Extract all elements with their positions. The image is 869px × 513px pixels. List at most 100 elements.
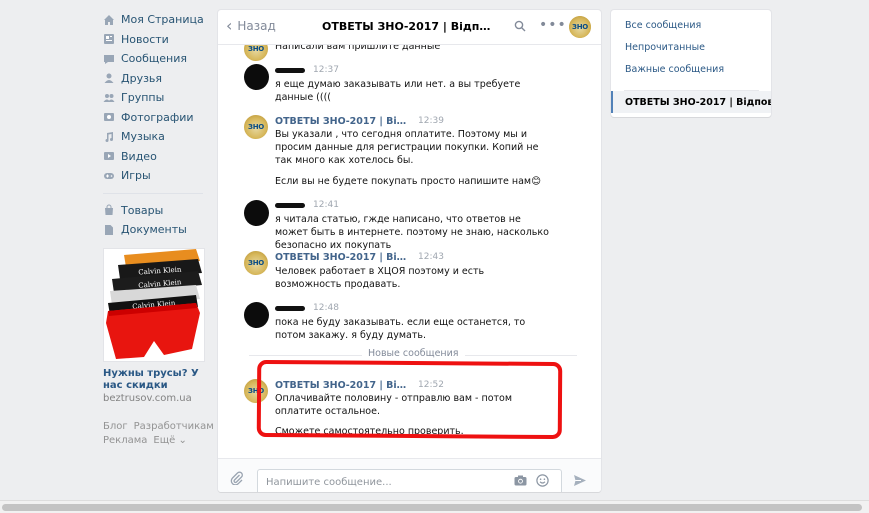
messages-icon [103,53,115,65]
ad-image[interactable]: Calvin Klein Calvin Klein Calvin Klein [103,248,205,362]
paperclip-icon[interactable] [230,471,244,488]
scrollbar-thumb[interactable] [2,504,862,511]
message-header: ОТВЕТЫ ЗНО-2017 | Відповіді н... 12:43 [275,251,444,263]
music-icon [103,131,115,143]
message-text: Написали вам пришлите данные [275,45,441,52]
filter-unread[interactable]: Непрочитанные [611,36,771,58]
message-text: пока не буду заказывать. если еще остане… [275,317,526,341]
filter-important[interactable]: Важные сообщения [611,58,771,80]
zno-logo: ЗНО [569,16,591,38]
nav-news[interactable]: Новости [101,30,211,50]
search-icon[interactable] [514,20,526,35]
message-text: Если вы не будете покупать просто напиши… [275,176,541,187]
sender-avatar[interactable]: ЗНО [244,115,268,139]
message-time: 12:41 [313,200,339,210]
groups-icon [103,92,115,104]
filter-all[interactable]: Все сообщения [611,14,771,36]
redacted-author[interactable] [275,67,305,73]
nav-photos[interactable]: Фотографии [101,108,211,128]
dialog-title[interactable]: ОТВЕТЫ ЗНО-2017 | Відповіді на ЗН... [322,20,497,33]
nav-divider [103,192,203,194]
nav-messages[interactable]: Сообщения [101,49,211,69]
footer-link-ads[interactable]: Реклама [103,435,147,446]
message-time: 12:37 [313,65,339,75]
message-time: 12:52 [418,380,444,390]
more-icon[interactable]: ••• [539,17,567,33]
message-header: 12:37 [275,64,339,76]
redacted-author[interactable] [275,305,305,311]
message-filters: Все сообщения Непрочитанные Важные сообщ… [611,10,771,117]
nav-label: Товары [121,203,164,217]
message-text: Оплачивайте половину - отправлю вам - по… [275,393,513,417]
message-text: Сможете самостоятельно проверить. [275,426,464,437]
camera-icon[interactable] [514,475,527,489]
nav-friends[interactable]: Друзья [101,69,211,89]
goods-icon [103,204,115,216]
message-composer [218,458,601,492]
nav-documents[interactable]: Документы [101,220,211,240]
message-author[interactable]: ОТВЕТЫ ЗНО-2017 | Відповіді н... [275,116,412,127]
nav-music[interactable]: Музыка [101,127,211,147]
back-button[interactable]: ‹ Назад [226,18,276,34]
sender-avatar[interactable] [244,64,269,90]
horizontal-scrollbar[interactable] [0,500,869,513]
emoji-icon[interactable] [536,474,549,490]
nav-label: Группы [121,91,165,105]
message-author[interactable]: ОТВЕТЫ ЗНО-2017 | Відповіді н... [275,380,412,391]
sender-avatar[interactable]: ЗНО [244,379,268,403]
message-text: Вы указали , что сегодня оплатите. Поэто… [275,129,539,166]
sender-avatar[interactable] [244,200,269,226]
chat-avatar[interactable]: ЗНО [569,16,591,38]
nav-label: Друзья [121,71,163,85]
nav-goods[interactable]: Товары [101,201,211,221]
left-nav: Моя Страница Новости Сообщения Друзья Гр… [101,10,211,240]
games-icon [103,170,115,182]
sender-avatar[interactable] [244,302,269,328]
message-author[interactable]: ОТВЕТЫ ЗНО-2017 | Відповіді н... [275,252,412,263]
ad-title[interactable]: Нужны трусы? У нас скидки [103,368,205,392]
message-history: ЗНО Написали вам пришлите данные 12:37 я… [218,45,601,458]
nav-video[interactable]: Видео [101,147,211,167]
footer-link-developers[interactable]: Разработчикам [134,421,214,432]
nav-label: Документы [121,223,187,237]
news-icon [103,33,115,45]
message-time: 12:43 [418,252,444,262]
nav-label: Игры [121,169,151,183]
back-label: Назад [237,19,276,33]
footer-link-blog[interactable]: Блог [103,421,128,432]
nav-label: Сообщения [121,52,188,66]
friends-icon [103,72,115,84]
message-header: ОТВЕТЫ ЗНО-2017 | Відповіді н... 12:52 [275,379,444,391]
nav-label: Моя Страница [121,13,204,27]
message-time: 12:48 [313,303,339,313]
ad-domain[interactable]: beztrusov.com.ua [103,393,205,404]
dialog-header: ‹ Назад ОТВЕТЫ ЗНО-2017 | Відповіді на З… [218,10,601,45]
underwear-image: Calvin Klein Calvin Klein Calvin Klein [104,249,204,361]
ad-block[interactable]: Calvin Klein Calvin Klein Calvin Klein Н… [103,248,205,404]
documents-icon [103,224,115,236]
sender-avatar[interactable]: ЗНО [244,251,268,275]
message-text: я читала статью, гжде написано, что отве… [275,214,549,251]
nav-label: Музыка [121,130,165,144]
message-text: Человек работает в ХЦОЯ поэтому и есть в… [275,266,485,290]
new-messages-label: Новые сообщения [362,348,465,359]
nav-label: Видео [121,149,157,163]
send-icon[interactable] [573,474,587,490]
nav-groups[interactable]: Группы [101,88,211,108]
nav-my-page[interactable]: Моя Страница [101,10,211,30]
chat-dialog: ‹ Назад ОТВЕТЫ ЗНО-2017 | Відповіді на З… [218,10,601,492]
home-icon [103,14,115,26]
video-icon [103,150,115,162]
message-text: я еще думаю заказывать или нет. а вы тре… [275,79,521,103]
message-header: 12:41 [275,199,339,211]
message-header: 12:48 [275,302,339,314]
filter-active-chat[interactable]: ОТВЕТЫ ЗНО-2017 | Відпові... [611,91,771,113]
nav-label: Новости [121,32,169,46]
sender-avatar[interactable]: ЗНО [244,45,268,61]
nav-label: Фотографии [121,110,194,124]
message-time: 12:39 [418,116,444,126]
footer-links: Блог Разработчикам Реклама Ещё ⌄ [103,420,214,448]
nav-games[interactable]: Игры [101,166,211,186]
footer-link-more[interactable]: Ещё ⌄ [153,435,186,446]
redacted-author[interactable] [275,202,305,208]
